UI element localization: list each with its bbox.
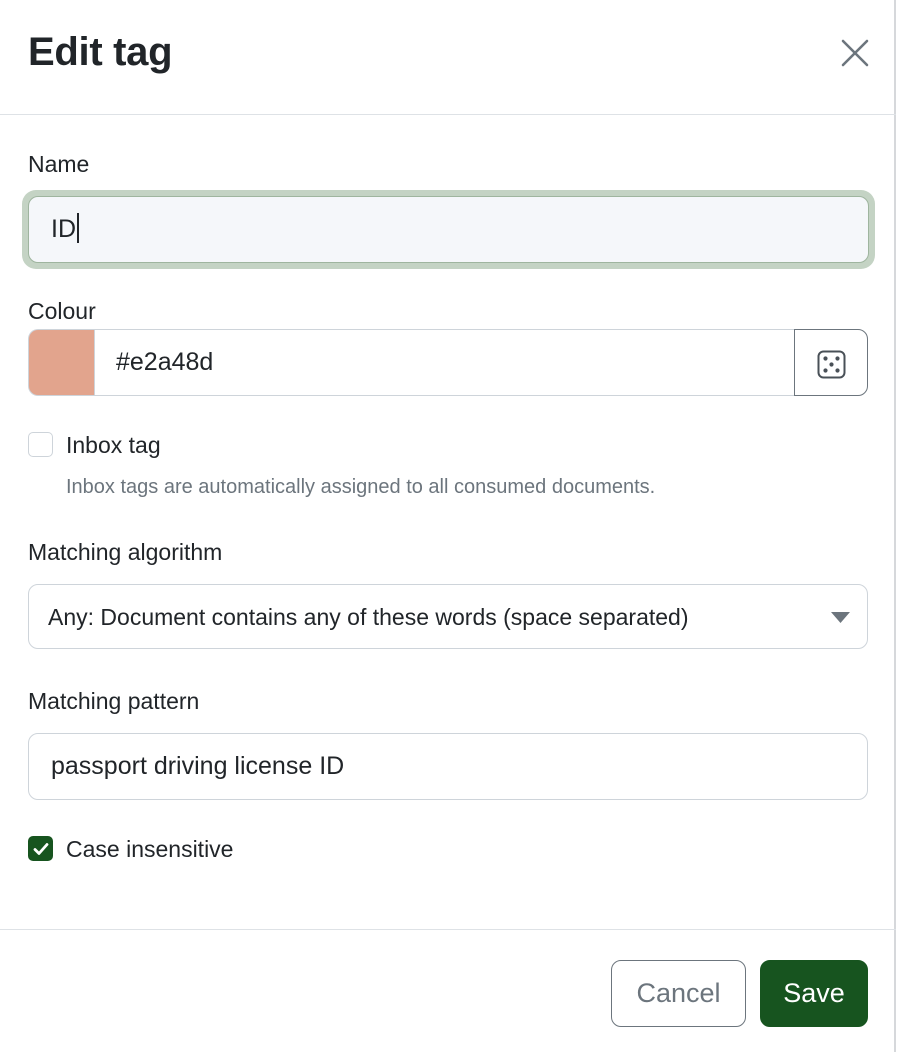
modal-footer: Cancel Save (0, 929, 896, 1052)
edit-tag-dialog: Edit tag Name ID Colour #e2a48d Inbox ta (0, 0, 896, 1052)
matching-algorithm-select[interactable]: Any: Document contains any of these word… (28, 584, 868, 649)
close-icon (841, 39, 869, 67)
case-insensitive-label[interactable]: Case insensitive (66, 835, 233, 863)
modal-title: Edit tag (28, 30, 173, 74)
close-button[interactable] (838, 36, 872, 70)
name-focus-ring: ID (22, 190, 875, 269)
colour-swatch[interactable] (28, 329, 95, 396)
matching-algorithm-value: Any: Document contains any of these word… (48, 604, 689, 630)
colour-input-group: #e2a48d (28, 329, 868, 396)
caret-down-icon (831, 612, 850, 623)
matching-pattern-label: Matching pattern (28, 688, 200, 714)
check-icon (33, 843, 49, 855)
inbox-tag-checkbox[interactable] (28, 432, 53, 457)
inbox-tag-label[interactable]: Inbox tag (66, 431, 161, 459)
name-value: ID (51, 215, 76, 243)
save-button[interactable]: Save (760, 960, 868, 1027)
dice-icon (817, 350, 846, 379)
name-label: Name (28, 151, 90, 177)
cancel-button[interactable]: Cancel (611, 960, 746, 1027)
case-insensitive-checkbox[interactable] (28, 836, 53, 861)
modal-header: Edit tag (0, 0, 896, 115)
text-caret (77, 213, 79, 244)
colour-hex-input[interactable]: #e2a48d (94, 329, 795, 396)
random-colour-button[interactable] (794, 329, 868, 396)
colour-label: Colour (28, 298, 96, 324)
inbox-tag-help: Inbox tags are automatically assigned to… (66, 476, 656, 498)
name-input[interactable]: ID (28, 196, 869, 263)
matching-algorithm-label: Matching algorithm (28, 539, 223, 565)
matching-pattern-input[interactable]: passport driving license ID (28, 733, 868, 800)
